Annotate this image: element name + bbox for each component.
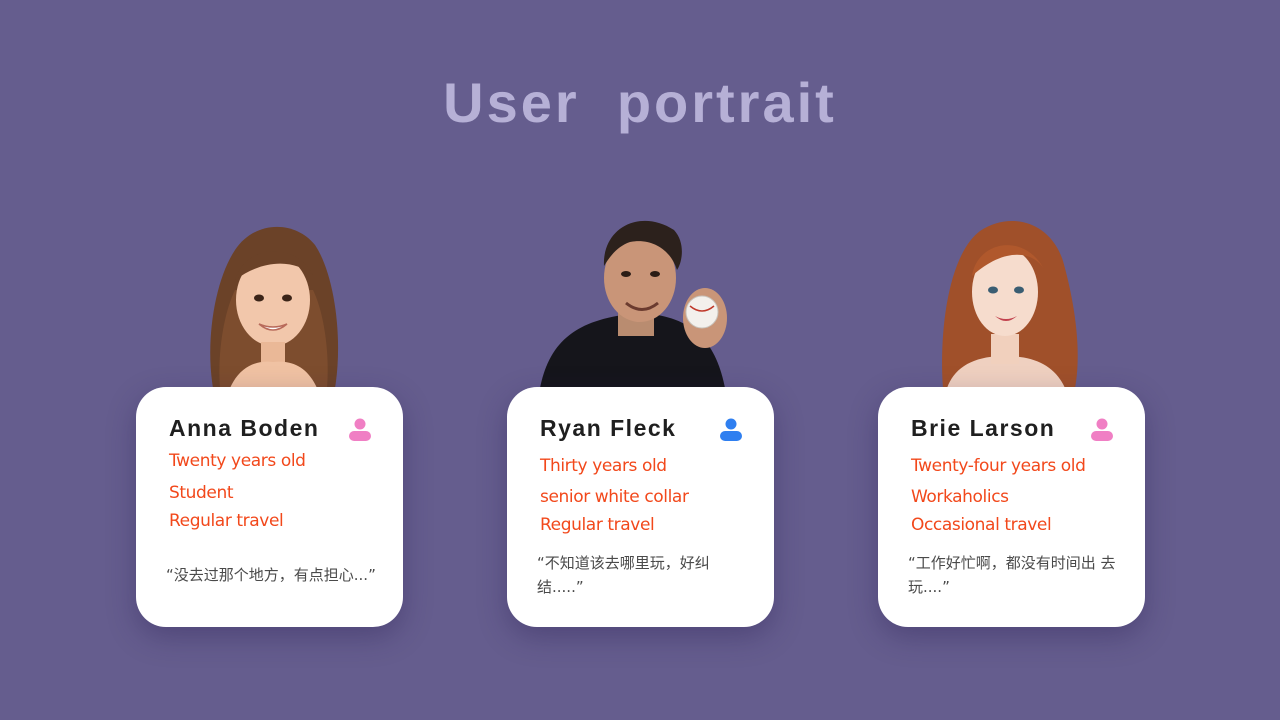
female-person-icon [1091,418,1113,441]
user-age: Twenty years old [169,451,306,471]
user-quote: “不知道该去哪里玩，好纠 结.....” [537,554,710,596]
user-occupation: Workaholics [911,487,1009,507]
user-quote: “没去过那个地方，有点担心...” [166,566,376,584]
portrait-brie-larson [935,216,1085,388]
user-travel-frequency: Regular travel [169,511,284,531]
user-age: Twenty-four years old [911,456,1086,476]
user-card-brie-larson: Brie Larson Twenty-four years old Workah… [878,387,1145,627]
female-person-icon [349,418,371,441]
user-name: Ryan Fleck [540,415,677,441]
page-title: User portrait [443,71,837,134]
portrait-ryan-fleck [540,208,740,388]
user-name: Brie Larson [911,415,1056,441]
user-quote: “工作好忙啊，都没有时间出 去玩....” [908,554,1116,596]
user-age: Thirty years old [540,456,667,476]
user-travel-frequency: Occasional travel [911,515,1052,535]
portrait-anna-boden [195,220,350,388]
user-travel-frequency: Regular travel [540,515,655,535]
user-card-ryan-fleck: Ryan Fleck Thirty years old senior white… [507,387,774,627]
user-card-anna-boden: Anna Boden Twenty years old Student Regu… [136,387,403,627]
male-person-icon [720,418,742,441]
user-occupation: Student [169,483,234,503]
user-occupation: senior white collar [540,487,689,507]
user-name: Anna Boden [169,415,320,441]
